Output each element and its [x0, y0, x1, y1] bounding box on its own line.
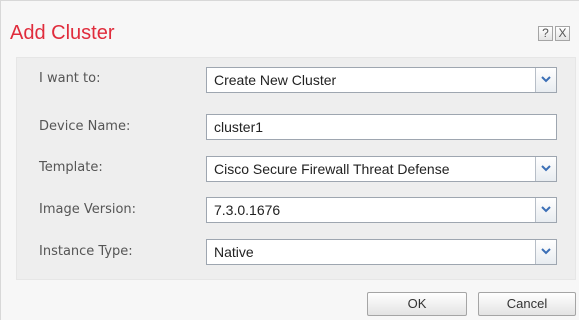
- help-icon[interactable]: ?: [538, 26, 553, 41]
- chevron-down-icon[interactable]: [535, 240, 556, 264]
- dialog-title: Add Cluster: [10, 22, 115, 44]
- image-version-value: 7.3.0.1676: [214, 202, 281, 218]
- instance-type-label: Instance Type:: [39, 244, 133, 259]
- device-name-field[interactable]: cluster1: [206, 114, 557, 140]
- instance-type-select[interactable]: Native: [206, 239, 557, 265]
- chevron-down-icon[interactable]: [535, 198, 556, 222]
- image-version-label: Image Version:: [39, 202, 137, 217]
- add-cluster-dialog: Add Cluster ? X I want to: Create New Cl…: [0, 0, 579, 320]
- device-name-label: Device Name:: [39, 119, 131, 134]
- chevron-down-icon[interactable]: [535, 68, 556, 92]
- template-select[interactable]: Cisco Secure Firewall Threat Defense: [206, 156, 557, 182]
- instance-type-value: Native: [214, 244, 254, 260]
- template-value: Cisco Secure Firewall Threat Defense: [214, 161, 450, 177]
- cancel-button[interactable]: Cancel: [478, 292, 576, 316]
- i-want-to-label: I want to:: [39, 71, 101, 86]
- i-want-to-value: Create New Cluster: [214, 72, 337, 88]
- device-name-value: cluster1: [214, 119, 264, 135]
- template-label: Template:: [39, 160, 103, 175]
- close-icon[interactable]: X: [555, 26, 570, 41]
- chevron-down-icon[interactable]: [535, 157, 556, 181]
- ok-button[interactable]: OK: [367, 292, 467, 316]
- image-version-select[interactable]: 7.3.0.1676: [206, 197, 557, 223]
- i-want-to-select[interactable]: Create New Cluster: [206, 67, 557, 93]
